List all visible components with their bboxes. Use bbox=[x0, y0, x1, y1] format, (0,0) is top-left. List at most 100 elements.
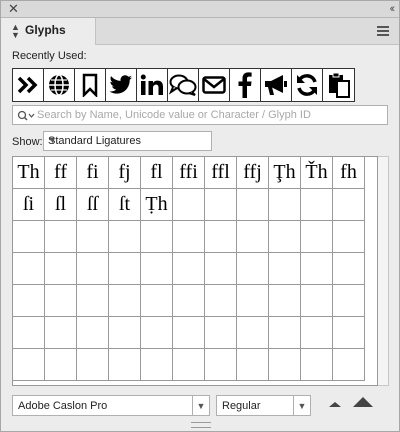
recent-glyph-refresh[interactable] bbox=[292, 69, 323, 101]
empty-glyph-cell[interactable] bbox=[237, 221, 269, 253]
empty-glyph-cell[interactable] bbox=[301, 349, 333, 381]
glyph-search-input[interactable]: Search by Name, Unicode value or Charact… bbox=[12, 105, 388, 125]
glyph-cell[interactable]: Ţh bbox=[269, 157, 301, 189]
empty-glyph-cell[interactable] bbox=[333, 221, 365, 253]
empty-glyph-cell[interactable] bbox=[109, 349, 141, 381]
empty-glyph-cell[interactable] bbox=[109, 221, 141, 253]
chevron-down-icon[interactable]: ▼ bbox=[293, 396, 310, 415]
glyph-cell[interactable]: ffl bbox=[205, 157, 237, 189]
empty-glyph-cell[interactable] bbox=[77, 221, 109, 253]
show-filter-dropdown[interactable]: Standard Ligatures ▼ bbox=[43, 131, 212, 151]
empty-glyph-cell[interactable] bbox=[173, 349, 205, 381]
empty-glyph-cell[interactable] bbox=[45, 221, 77, 253]
empty-glyph-cell[interactable] bbox=[269, 253, 301, 285]
empty-glyph-cell[interactable] bbox=[333, 317, 365, 349]
empty-glyph-cell[interactable] bbox=[237, 317, 269, 349]
collapse-panel-icon[interactable]: ‹‹ bbox=[390, 1, 396, 17]
empty-glyph-cell[interactable] bbox=[13, 253, 45, 285]
empty-glyph-cell[interactable] bbox=[141, 285, 173, 317]
glyph-cell[interactable]: Ťh bbox=[301, 157, 333, 189]
chevron-down-icon[interactable]: ▼ bbox=[192, 396, 209, 415]
resize-handle[interactable] bbox=[191, 422, 211, 428]
glyph-cell[interactable]: fl bbox=[141, 157, 173, 189]
glyph-cell[interactable]: ffj bbox=[237, 157, 269, 189]
empty-glyph-cell[interactable] bbox=[333, 349, 365, 381]
recent-glyph-bookmark[interactable] bbox=[75, 69, 106, 101]
empty-glyph-cell[interactable] bbox=[77, 317, 109, 349]
empty-glyph-cell[interactable] bbox=[205, 349, 237, 381]
recent-glyph-paste[interactable] bbox=[323, 69, 354, 101]
recent-glyph-bullhorn[interactable] bbox=[261, 69, 292, 101]
empty-glyph-cell[interactable] bbox=[205, 221, 237, 253]
empty-glyph-cell[interactable] bbox=[301, 285, 333, 317]
empty-glyph-cell[interactable] bbox=[13, 317, 45, 349]
glyph-cell[interactable]: fj bbox=[109, 157, 141, 189]
empty-glyph-cell[interactable] bbox=[237, 349, 269, 381]
tab-glyphs[interactable]: ▲ ▼ Glyphs bbox=[1, 18, 96, 45]
empty-glyph-cell[interactable] bbox=[77, 349, 109, 381]
recent-glyph-facebook[interactable] bbox=[230, 69, 261, 101]
empty-glyph-cell[interactable] bbox=[13, 349, 45, 381]
empty-glyph-cell[interactable] bbox=[173, 317, 205, 349]
recent-glyph-double-chevron[interactable] bbox=[13, 69, 44, 101]
empty-glyph-cell[interactable] bbox=[45, 349, 77, 381]
empty-glyph-cell[interactable] bbox=[269, 189, 301, 221]
empty-glyph-cell[interactable] bbox=[45, 285, 77, 317]
empty-glyph-cell[interactable] bbox=[77, 285, 109, 317]
empty-glyph-cell[interactable] bbox=[45, 317, 77, 349]
empty-glyph-cell[interactable] bbox=[333, 253, 365, 285]
empty-glyph-cell[interactable] bbox=[301, 317, 333, 349]
font-style-dropdown[interactable]: Regular ▼ bbox=[216, 395, 311, 416]
empty-glyph-cell[interactable] bbox=[205, 253, 237, 285]
empty-glyph-cell[interactable] bbox=[237, 285, 269, 317]
glyph-cell[interactable]: ſſ bbox=[77, 189, 109, 221]
empty-glyph-cell[interactable] bbox=[269, 349, 301, 381]
empty-glyph-cell[interactable] bbox=[205, 285, 237, 317]
glyph-cell[interactable]: ſt bbox=[109, 189, 141, 221]
empty-glyph-cell[interactable] bbox=[269, 317, 301, 349]
font-family-dropdown[interactable]: Adobe Caslon Pro ▼ bbox=[12, 395, 210, 416]
empty-glyph-cell[interactable] bbox=[13, 221, 45, 253]
empty-glyph-cell[interactable] bbox=[301, 189, 333, 221]
empty-glyph-cell[interactable] bbox=[141, 221, 173, 253]
recent-glyph-linkedin[interactable] bbox=[137, 69, 168, 101]
empty-glyph-cell[interactable] bbox=[173, 221, 205, 253]
empty-glyph-cell[interactable] bbox=[237, 189, 269, 221]
empty-glyph-cell[interactable] bbox=[109, 317, 141, 349]
recent-glyph-globe[interactable] bbox=[44, 69, 75, 101]
glyph-cell[interactable]: Ṭh bbox=[141, 189, 173, 221]
empty-glyph-cell[interactable] bbox=[205, 189, 237, 221]
empty-glyph-cell[interactable] bbox=[269, 285, 301, 317]
empty-glyph-cell[interactable] bbox=[205, 317, 237, 349]
empty-glyph-cell[interactable] bbox=[237, 253, 269, 285]
glyph-cell[interactable]: ſi bbox=[13, 189, 45, 221]
zoom-in-icon[interactable] bbox=[353, 397, 373, 407]
empty-glyph-cell[interactable] bbox=[13, 285, 45, 317]
recent-glyph-comments[interactable] bbox=[168, 69, 199, 101]
glyph-cell[interactable]: ffi bbox=[173, 157, 205, 189]
empty-glyph-cell[interactable] bbox=[173, 189, 205, 221]
search-icon[interactable] bbox=[17, 109, 35, 127]
empty-glyph-cell[interactable] bbox=[173, 285, 205, 317]
glyph-cell[interactable]: ſl bbox=[45, 189, 77, 221]
recent-glyph-envelope[interactable] bbox=[199, 69, 230, 101]
empty-glyph-cell[interactable] bbox=[269, 221, 301, 253]
glyph-grid-scrollbar[interactable] bbox=[378, 156, 389, 386]
close-panel-icon[interactable]: ✕ bbox=[8, 1, 19, 17]
empty-glyph-cell[interactable] bbox=[173, 253, 205, 285]
empty-glyph-cell[interactable] bbox=[301, 253, 333, 285]
empty-glyph-cell[interactable] bbox=[45, 253, 77, 285]
recent-glyph-twitter[interactable] bbox=[106, 69, 137, 101]
empty-glyph-cell[interactable] bbox=[301, 221, 333, 253]
glyph-cell[interactable]: fh bbox=[333, 157, 365, 189]
empty-glyph-cell[interactable] bbox=[141, 317, 173, 349]
empty-glyph-cell[interactable] bbox=[77, 253, 109, 285]
zoom-out-icon[interactable] bbox=[329, 402, 341, 407]
empty-glyph-cell[interactable] bbox=[141, 349, 173, 381]
glyph-cell[interactable]: Th bbox=[13, 157, 45, 189]
glyph-cell[interactable]: fi bbox=[77, 157, 109, 189]
empty-glyph-cell[interactable] bbox=[109, 285, 141, 317]
empty-glyph-cell[interactable] bbox=[109, 253, 141, 285]
glyph-cell[interactable]: ff bbox=[45, 157, 77, 189]
empty-glyph-cell[interactable] bbox=[141, 253, 173, 285]
